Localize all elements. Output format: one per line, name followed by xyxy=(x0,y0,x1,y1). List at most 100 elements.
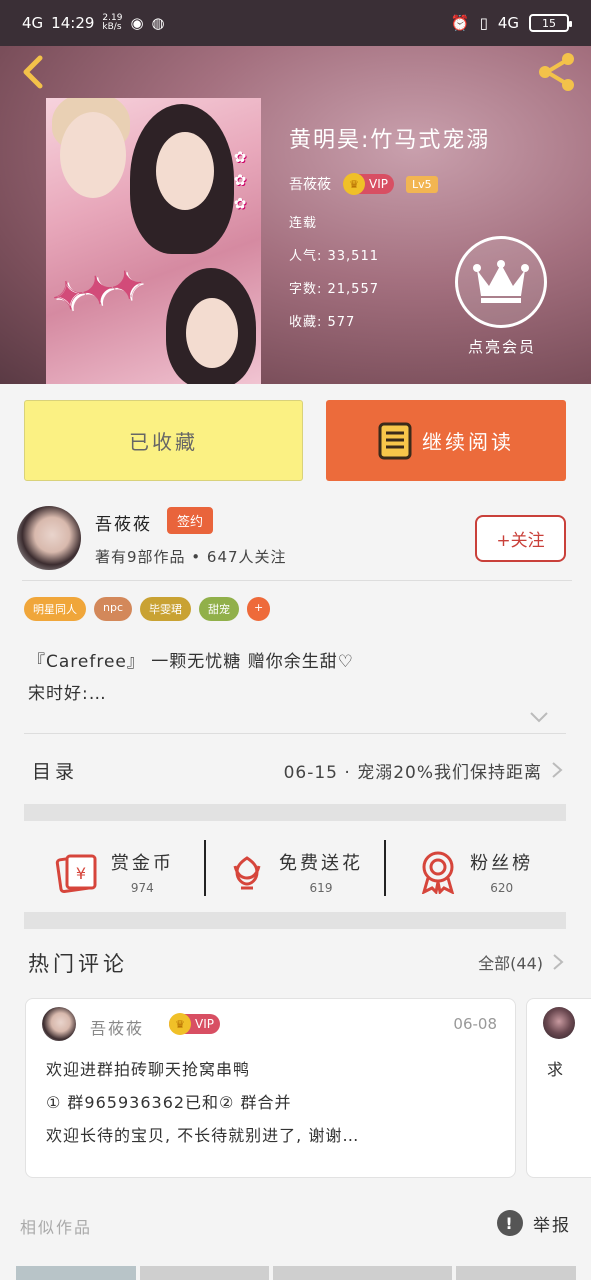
network-speed-unit: kB/s xyxy=(102,22,122,32)
similar-work-thumbnail[interactable] xyxy=(273,1266,453,1280)
book-icon xyxy=(378,422,412,459)
tag-item[interactable]: npc xyxy=(94,597,133,621)
section-separator xyxy=(24,912,566,929)
reward-coins[interactable]: ¥ 赏金币 974 xyxy=(24,832,205,912)
tag-list: 明星同人 npc 毕雯珺 甜宠 + xyxy=(24,597,271,621)
book-title: 黄明昊:竹马式宠溺 xyxy=(289,128,491,153)
author-avatar[interactable] xyxy=(17,506,81,570)
tag-item[interactable]: 明星同人 xyxy=(24,597,86,621)
level-badge: Lv5 xyxy=(405,175,438,193)
vibrate-icon: ▯ xyxy=(479,14,488,32)
commenter-avatar[interactable] xyxy=(543,1007,575,1039)
table-of-contents[interactable]: 目录 06-15 · 宠溺20%我们保持距离 xyxy=(24,752,566,788)
warning-icon: ! xyxy=(497,1210,523,1236)
book-author[interactable]: 吾莜莜 xyxy=(289,174,331,194)
book-hero: ✿ ✿ ✿ ✦✦✦ 黄明昊:竹马式宠溺 吾莜莜 ♛ VIP Lv5 连载 人气:… xyxy=(0,46,591,384)
share-icon[interactable] xyxy=(535,50,579,94)
fans-ranking[interactable]: 粉丝榜 620 xyxy=(385,832,566,912)
toc-label: 目录 xyxy=(32,760,79,783)
intro-line: 『Carefree』 一颗无忧糖 赠你余生甜♡ xyxy=(28,652,354,672)
divider xyxy=(384,840,386,896)
hot-comments-title: 热门评论 xyxy=(28,952,128,976)
browser-icon: ◍ xyxy=(151,14,165,32)
stat-value: 620 xyxy=(490,881,514,895)
status-bar: 4G 14:29 2.19 kB/s ◉ ◍ ⏰ ▯ 4G 15 xyxy=(0,0,591,46)
medal-icon xyxy=(422,851,455,894)
divider xyxy=(24,733,566,734)
red-envelope-icon: ¥ xyxy=(55,854,97,894)
similar-works-title: 相似作品 xyxy=(20,1218,93,1237)
tag-item[interactable]: 甜宠 xyxy=(199,597,240,621)
all-comments-link[interactable]: 全部(44) xyxy=(478,950,567,974)
latest-chapter: 06-15 · 宠溺20%我们保持距离 xyxy=(283,762,542,783)
crown-icon: ♛ xyxy=(343,173,365,195)
collected-label: 已收藏 xyxy=(129,430,198,454)
section-separator xyxy=(24,804,566,821)
author-name[interactable]: 吾莜莜 xyxy=(95,510,152,535)
stat-label: 粉丝榜 xyxy=(470,853,534,874)
vip-badge: ♛ VIP xyxy=(343,173,394,195)
chevron-right-icon xyxy=(552,762,563,778)
crown-icon: ♛ xyxy=(169,1013,191,1035)
crown-icon xyxy=(473,260,529,303)
divider xyxy=(22,580,572,581)
battery-level: 15 xyxy=(542,16,556,30)
signed-badge: 签约 xyxy=(167,507,214,534)
similar-work-thumbnail[interactable] xyxy=(139,1266,270,1280)
comment-body: 求 xyxy=(547,1060,564,1079)
vip-label: VIP xyxy=(195,1017,214,1031)
comment-card[interactable]: 吾莜莜 ♛ VIP 06-08 欢迎进群拍砖聊天抢窝串鸭 ① 群96593636… xyxy=(25,998,516,1178)
follow-button[interactable]: +关注 xyxy=(475,515,566,562)
clock: 14:29 xyxy=(51,14,95,32)
continue-reading-label: 继续阅读 xyxy=(422,430,514,454)
flower-icon xyxy=(233,856,261,890)
intro-line: 宋时好:… xyxy=(28,684,107,704)
book-status: 连载 xyxy=(289,216,318,231)
book-intro[interactable]: 『Carefree』 一颗无忧糖 赠你余生甜♡ 宋时好:… xyxy=(28,646,354,710)
continue-reading-button[interactable]: 继续阅读 xyxy=(326,400,566,481)
collected-button[interactable]: 已收藏 xyxy=(24,400,303,481)
all-comments-label: 全部(44) xyxy=(478,954,543,973)
comment-card[interactable]: 求 xyxy=(526,998,591,1178)
comment-date: 06-08 xyxy=(453,1015,497,1033)
cover-art-title: ✦✦✦ xyxy=(48,260,145,321)
stat-label: 赏金币 xyxy=(110,853,174,874)
stat-value: 619 xyxy=(309,881,333,895)
cover-art-decoration: ✿ ✿ ✿ xyxy=(231,148,249,213)
vip-badge: ♛ VIP xyxy=(169,1013,220,1035)
stat-label: 免费送花 xyxy=(279,853,363,874)
similar-works-strip xyxy=(16,1266,576,1280)
book-cover[interactable]: ✿ ✿ ✿ ✦✦✦ xyxy=(46,98,261,384)
stat-value: 974 xyxy=(130,881,154,895)
back-icon[interactable] xyxy=(14,52,54,92)
add-tag-button[interactable]: + xyxy=(247,597,271,621)
report-button[interactable]: ! 举报 xyxy=(497,1210,571,1236)
battery-icon: 15 xyxy=(529,14,572,32)
free-flowers[interactable]: 免费送花 619 xyxy=(205,832,386,912)
author-meta: 著有9部作品 • 647人关注 xyxy=(95,548,287,566)
comment-body: 欢迎进群拍砖聊天抢窝串鸭 ① 群965936362已和② 群合并 欢迎长待的宝贝… xyxy=(46,1053,359,1152)
signal-label-right: 4G xyxy=(497,14,519,32)
vip-label: VIP xyxy=(369,177,388,191)
alarm-icon: ⏰ xyxy=(450,14,470,32)
member-label: 点亮会员 xyxy=(467,338,536,356)
network-speed: 2.19 kB/s xyxy=(102,14,122,32)
tag-item[interactable]: 毕雯珺 xyxy=(140,597,192,621)
commenter-name[interactable]: 吾莜莜 xyxy=(90,1015,144,1039)
weibo-icon: ◉ xyxy=(130,14,144,32)
similar-work-thumbnail[interactable] xyxy=(456,1266,576,1280)
comment-line: ① 群965936362已和② 群合并 xyxy=(46,1093,292,1112)
author-row: 吾莜莜 ♛ VIP Lv5 xyxy=(289,173,490,195)
similar-work-thumbnail[interactable] xyxy=(16,1266,136,1280)
support-stats: ¥ 赏金币 974 免费送花 619 粉丝榜 620 xyxy=(24,832,566,912)
member-button[interactable]: 点亮会员 xyxy=(455,236,549,357)
signal-label: 4G xyxy=(22,14,44,32)
divider xyxy=(204,840,206,896)
commenter-avatar[interactable] xyxy=(42,1007,76,1041)
svg-text:¥: ¥ xyxy=(76,864,86,883)
report-label: 举报 xyxy=(533,1215,571,1236)
comment-line: 欢迎进群拍砖聊天抢窝串鸭 xyxy=(46,1060,251,1079)
comment-line: 欢迎长待的宝贝, 不长待就别进了, 谢谢… xyxy=(46,1126,360,1145)
chevron-down-icon[interactable] xyxy=(528,706,550,728)
chevron-right-icon xyxy=(553,954,564,970)
